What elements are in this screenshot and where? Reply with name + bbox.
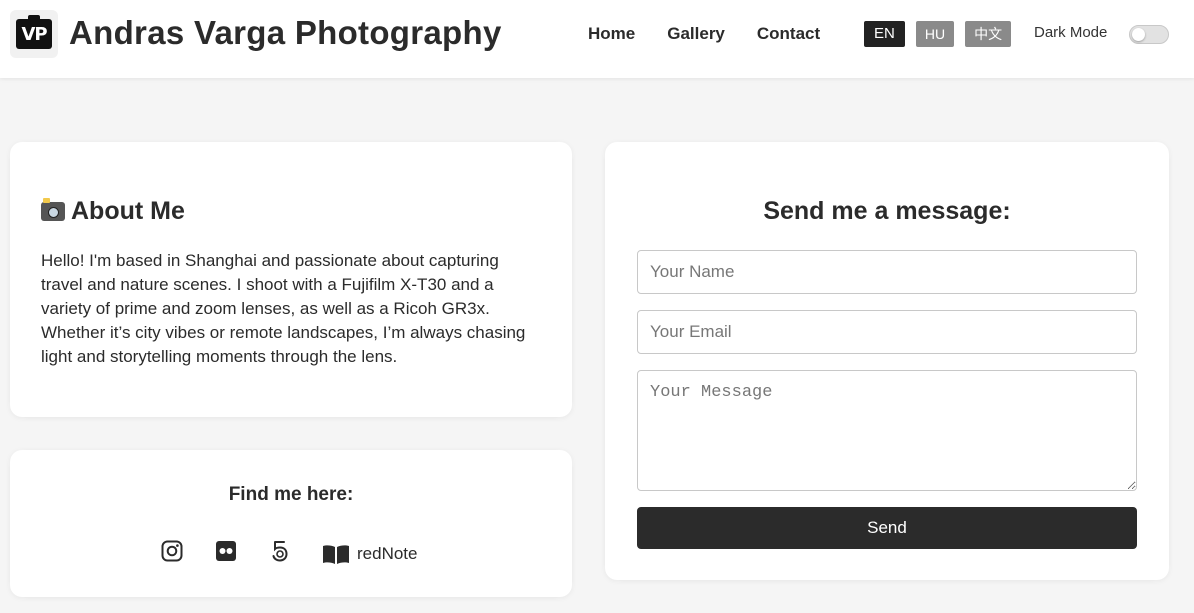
rednote-link[interactable]: redNote [322, 542, 417, 566]
rednote-label: redNote [357, 543, 418, 563]
language-switcher: EN HU 中文 [864, 21, 1012, 47]
about-body: Hello! I'm based in Shanghai and passion… [41, 251, 526, 366]
message-textarea[interactable] [637, 370, 1137, 491]
about-heading-text: About Me [71, 197, 185, 225]
contact-card: Send me a message: Send [605, 142, 1169, 580]
flickr-icon [216, 541, 236, 561]
nav-gallery-link[interactable]: Gallery [667, 24, 725, 44]
email-input[interactable] [637, 310, 1137, 354]
find-me-heading: Find me here: [228, 484, 354, 505]
nav-home-link[interactable]: Home [588, 24, 635, 44]
logo-mark: VP [16, 15, 52, 49]
dark-mode-toggle[interactable] [1129, 25, 1169, 44]
dark-mode-label: Dark Mode [1034, 24, 1108, 41]
nav-contact-link[interactable]: Contact [757, 24, 820, 44]
book-icon [323, 544, 349, 564]
site-header: VP Andras Varga Photography Home Gallery… [0, 0, 1194, 78]
500px-link[interactable] [268, 539, 292, 568]
lang-hu-button[interactable]: HU [915, 21, 955, 47]
site-title[interactable]: Andras Varga Photography [69, 14, 502, 52]
main-nav: Home Gallery Contact [588, 24, 820, 44]
about-card: About Me Hello! I'm based in Shanghai an… [10, 142, 572, 417]
contact-heading: Send me a message: [763, 197, 1011, 225]
logo[interactable]: VP [10, 10, 58, 58]
name-input[interactable] [637, 250, 1137, 294]
flickr-link[interactable] [214, 539, 238, 568]
find-me-card: Find me here: redNote [10, 450, 572, 597]
500px-icon [272, 541, 288, 562]
social-links: redNote [160, 539, 417, 568]
instagram-icon [161, 540, 183, 562]
instagram-link[interactable] [160, 539, 184, 568]
toggle-knob [1132, 28, 1145, 41]
lang-zh-button[interactable]: 中文 [965, 21, 1012, 47]
camera-flash-icon [41, 198, 65, 221]
send-button[interactable]: Send [637, 507, 1137, 549]
lang-en-button[interactable]: EN [864, 21, 905, 47]
about-heading: About Me [41, 197, 185, 226]
